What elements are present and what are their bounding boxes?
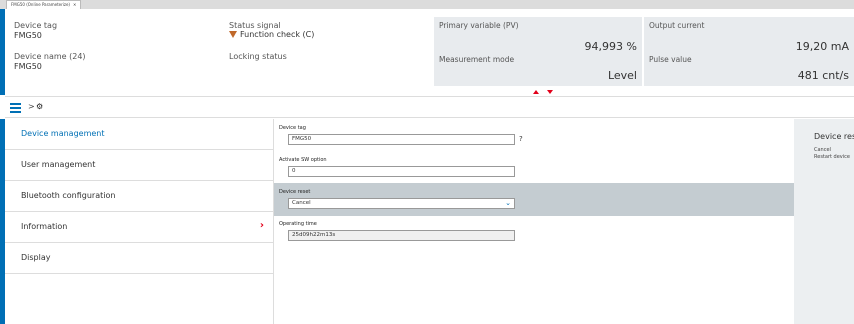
- warning-icon: [229, 31, 237, 38]
- pulse-value-label: Pulse value: [649, 55, 692, 64]
- menu-item-display[interactable]: Display: [5, 243, 273, 274]
- tab-title: FMG50 (Online Parameterize): [11, 2, 70, 7]
- activate-sw-option-input[interactable]: 0: [288, 166, 515, 177]
- pulse-value-panel: Pulse value 481 cnt/s: [644, 51, 854, 86]
- field-label: Activate SW option: [279, 157, 327, 163]
- operating-time-field: Operating time 25d09h22m13s: [274, 217, 794, 247]
- output-current-label: Output current: [649, 21, 705, 30]
- menu-item-label: Bluetooth configuration: [21, 191, 116, 200]
- status-signal-value: Function check (C): [240, 30, 315, 39]
- menu-item-device-management[interactable]: Device management: [5, 119, 273, 150]
- chevron-right-icon: ›: [259, 220, 264, 231]
- measurement-mode-label: Measurement mode: [439, 55, 515, 64]
- help-option: Cancel: [814, 147, 831, 153]
- help-icon[interactable]: ?: [519, 135, 523, 143]
- scroll-down-icon[interactable]: [547, 90, 553, 94]
- device-reset-select[interactable]: Cancel ⌄: [288, 198, 515, 209]
- tab-bar: FMG50 (Online Parameterize) ✕: [0, 0, 854, 9]
- field-label: Operating time: [279, 221, 317, 227]
- chevron-down-icon: ⌄: [505, 199, 511, 207]
- menu-item-user-management[interactable]: User management: [5, 150, 273, 181]
- menu-item-bluetooth-configuration[interactable]: Bluetooth configuration: [5, 181, 273, 212]
- settings-icon[interactable]: ⚙: [36, 102, 43, 111]
- close-icon[interactable]: ✕: [73, 2, 76, 7]
- status-signal: Function check (C): [229, 30, 314, 39]
- settings-menu: Device management User management Blueto…: [5, 119, 274, 324]
- field-label: Device reset: [279, 189, 311, 195]
- menu-item-label: Display: [21, 253, 51, 262]
- primary-variable-label: Primary variable (PV): [439, 21, 519, 30]
- locking-status-label: Locking status: [229, 52, 287, 61]
- operating-time-value: 25d09h22m13s: [288, 230, 515, 241]
- activate-sw-option-field: Activate SW option 0: [274, 153, 794, 183]
- device-name-label: Device name (24): [14, 52, 86, 61]
- hamburger-menu-icon[interactable]: [10, 103, 21, 113]
- device-tag-input[interactable]: FMG50: [288, 134, 515, 145]
- device-tag-field: Device tag FMG50 ?: [274, 121, 794, 151]
- status-signal-label: Status signal: [229, 21, 281, 30]
- menu-item-label: Device management: [21, 129, 105, 138]
- device-reset-field: Device reset Cancel ⌄: [274, 183, 794, 216]
- breadcrumb-separator: >: [28, 102, 35, 111]
- menu-item-information[interactable]: Information ›: [5, 212, 273, 243]
- tab-online-parameterize[interactable]: FMG50 (Online Parameterize) ✕: [6, 0, 82, 9]
- device-tag-label: Device tag: [14, 21, 58, 30]
- navigation-bar: > ⚙: [5, 96, 854, 118]
- menu-item-label: Information: [21, 222, 68, 231]
- device-reset-value: Cancel: [292, 200, 311, 206]
- pulse-value-value: 481 cnt/s: [797, 69, 849, 82]
- parameter-form: Device tag FMG50 ? Activate SW option 0 …: [274, 119, 794, 324]
- measurement-mode-panel: Measurement mode Level: [434, 51, 642, 86]
- help-panel: Device reset Cancel Restart device: [794, 119, 854, 324]
- menu-item-label: User management: [21, 160, 96, 169]
- help-option: Restart device: [814, 154, 850, 160]
- scroll-up-icon[interactable]: [533, 90, 539, 94]
- help-panel-title: Device reset: [814, 132, 854, 141]
- measurement-mode-value: Level: [607, 69, 637, 82]
- device-header: Device tag FMG50 Device name (24) FMG50 …: [5, 9, 854, 95]
- field-label: Device tag: [279, 125, 306, 131]
- device-tag-value: FMG50: [14, 31, 42, 40]
- device-name-value: FMG50: [14, 62, 42, 71]
